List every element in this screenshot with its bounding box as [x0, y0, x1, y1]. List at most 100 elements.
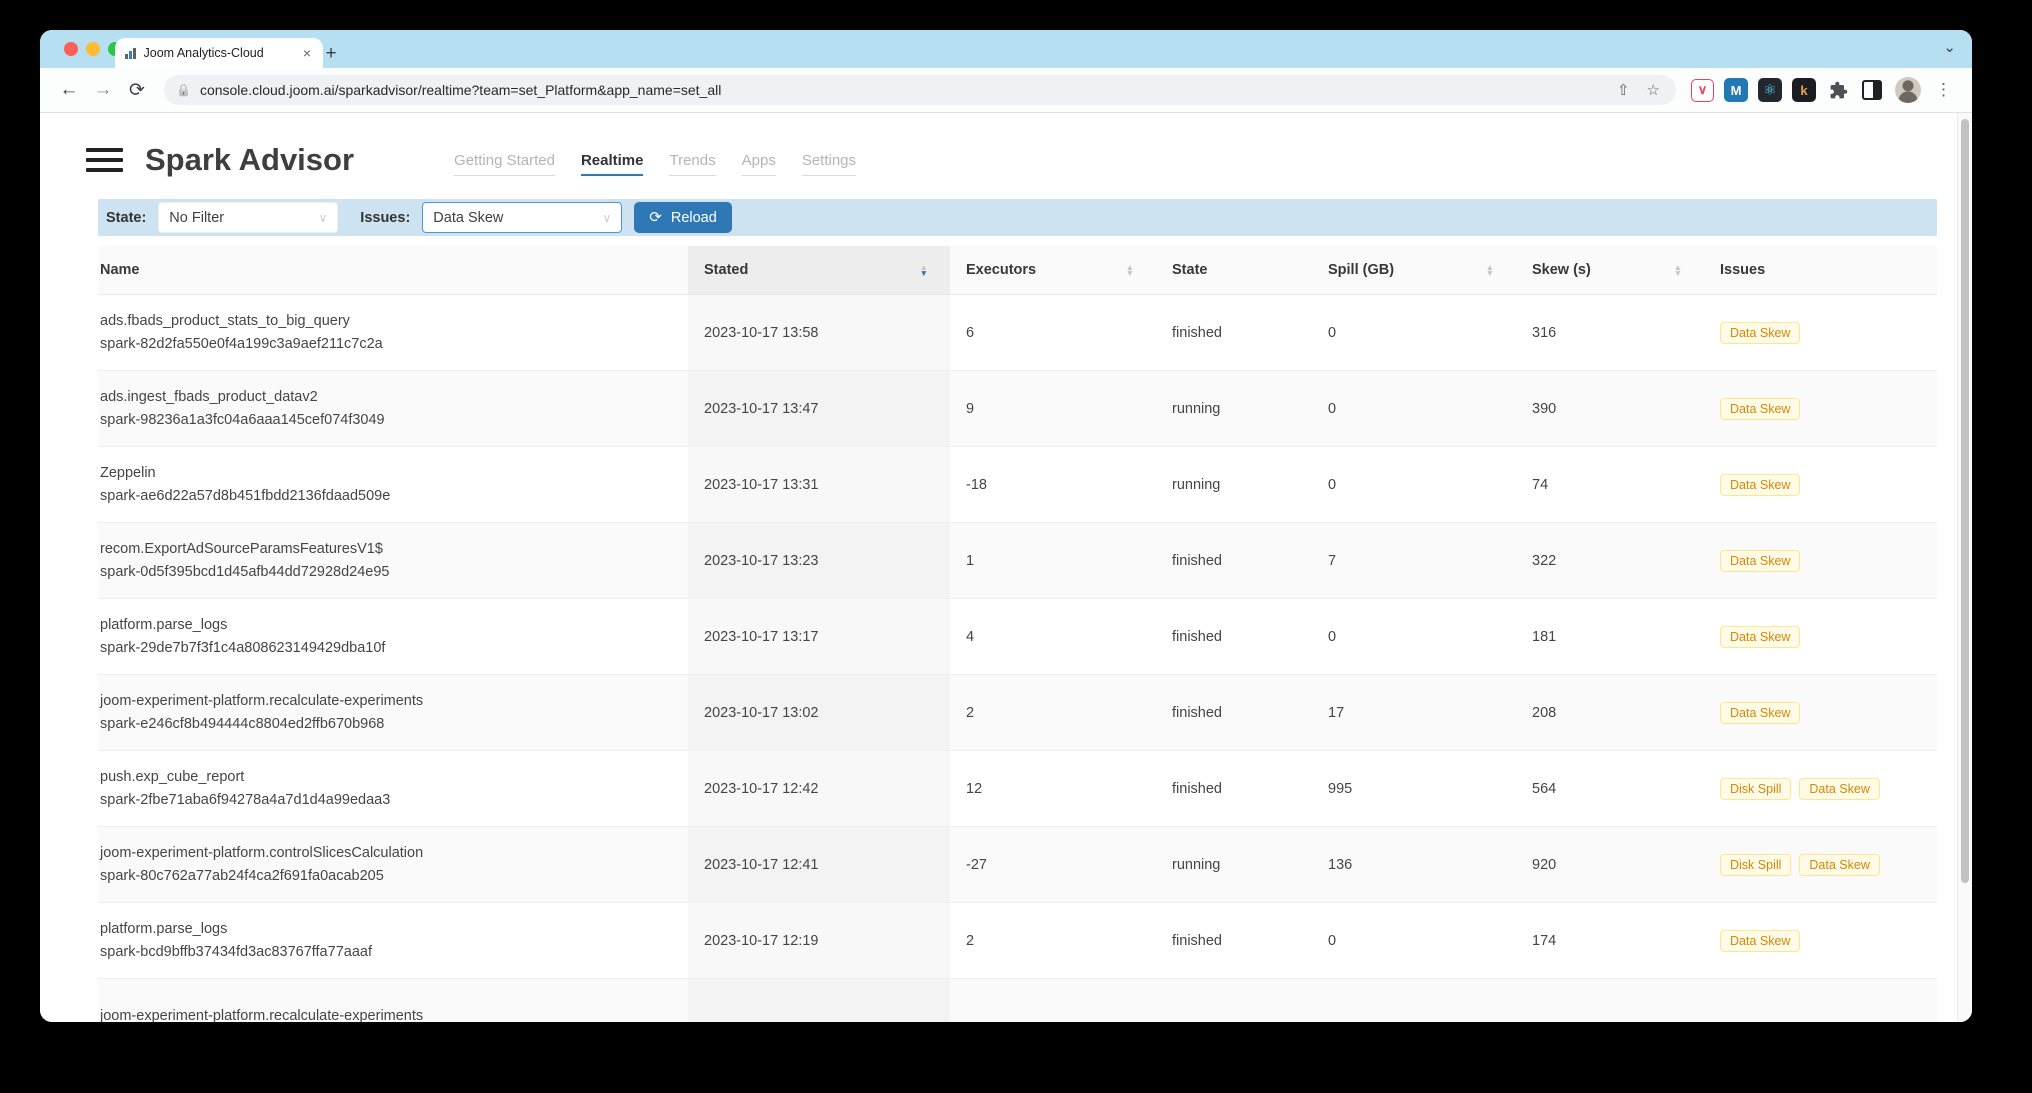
side-panel-icon[interactable] — [1860, 78, 1884, 102]
hamburger-menu-icon[interactable] — [86, 142, 123, 178]
issue-badge-data-skew: Data Skew — [1720, 473, 1801, 496]
state-filter-select[interactable]: No Filter ∨ — [158, 202, 339, 233]
browser-tab[interactable]: Joom Analytics-Cloud × — [115, 38, 323, 68]
cell-executors — [950, 979, 1156, 1022]
back-button[interactable]: ← — [54, 79, 84, 101]
column-header-skew[interactable]: Skew (s) ▲ ▼ — [1516, 246, 1704, 294]
sort-carets-skew[interactable]: ▲ ▼ — [1674, 263, 1682, 277]
cell-state: finished — [1172, 552, 1222, 569]
app-name: recom.ExportAdSourceParamsFeaturesV1$ — [100, 540, 383, 557]
table-row[interactable]: ads.ingest_fbads_product_datav2 spark-982… — [98, 371, 1937, 447]
url-text[interactable]: console.cloud.joom.ai/sparkadvisor/realt… — [200, 82, 1604, 98]
cell-stated: 2023-10-17 13:31 — [688, 447, 950, 522]
tab-close-icon[interactable]: × — [301, 45, 313, 61]
column-header-executors[interactable]: Executors ▲ ▼ — [950, 246, 1156, 294]
extensions-puzzle-icon[interactable] — [1826, 78, 1850, 102]
nav-tab-apps[interactable]: Apps — [741, 152, 776, 176]
spark-app-id: spark-ae6d22a57d8b451fbdd2136fdaad509e — [100, 488, 391, 504]
table-row[interactable]: recom.ExportAdSourceParamsFeaturesV1$ spa… — [98, 523, 1937, 599]
cell-skew: 390 — [1532, 400, 1557, 417]
spark-app-id: spark-2fbe71aba6f94278a4a7d1d4a99edaa3 — [100, 792, 391, 808]
table-row[interactable]: Zeppelin spark-ae6d22a57d8b451fbdd2136fda… — [98, 447, 1937, 523]
cell-name: platform.parse_logs spark-29de7b7f3f1c4a8… — [98, 599, 688, 674]
table-row[interactable]: joom-experiment-platform.recalculate-exp… — [98, 979, 1937, 1022]
table-row[interactable]: ads.fbads_product_stats_to_big_query spar… — [98, 295, 1937, 371]
browser-menu-icon[interactable]: ⋮ — [1929, 80, 1958, 100]
cell-executors: 1 — [966, 552, 975, 569]
sort-carets-stated[interactable]: ▲ ▼ — [920, 263, 928, 277]
cell-state: finished — [1172, 780, 1222, 797]
sort-carets-spill[interactable]: ▲ ▼ — [1486, 263, 1494, 277]
sort-caret-down-icon: ▼ — [1125, 268, 1134, 278]
issue-badge-data-skew: Data Skew — [1720, 625, 1801, 648]
app-name: push.exp_cube_report — [100, 768, 245, 785]
issues-filter-select[interactable]: Data Skew ∨ — [422, 202, 623, 233]
cell-skew — [1516, 979, 1704, 1022]
cell-spill — [1312, 979, 1516, 1022]
new-tab-button[interactable]: + — [318, 43, 344, 65]
cell-name: push.exp_cube_report spark-2fbe71aba6f942… — [98, 751, 688, 826]
table-body: ads.fbads_product_stats_to_big_query spar… — [98, 295, 1937, 1022]
cell-skew: 181 — [1532, 628, 1557, 645]
spark-app-id: spark-82d2fa550e0f4a199c3a9aef211c7c2a — [100, 336, 383, 352]
table-row[interactable]: joom-experiment-platform.recalculate-exp… — [98, 675, 1937, 751]
profile-avatar[interactable] — [1895, 77, 1921, 103]
page-title: Spark Advisor — [145, 142, 355, 177]
cell-state — [1156, 979, 1312, 1022]
cell-spill: 136 — [1328, 856, 1353, 873]
table-row[interactable]: platform.parse_logs spark-bcd9bffb37434fd… — [98, 903, 1937, 979]
spark-app-id: spark-29de7b7f3f1c4a808623149429dba10f — [100, 640, 386, 656]
cell-skew: 564 — [1532, 780, 1557, 797]
cell-state: finished — [1172, 324, 1222, 341]
table-row[interactable]: platform.parse_logs spark-29de7b7f3f1c4a8… — [98, 599, 1937, 675]
cell-state: finished — [1172, 704, 1222, 721]
close-window-button[interactable] — [64, 42, 78, 56]
nav-tab-getting-started[interactable]: Getting Started — [454, 152, 555, 176]
tab-title: Joom Analytics-Cloud — [143, 46, 264, 60]
cell-stated: 2023-10-17 13:58 — [688, 295, 950, 370]
kibana-extension-icon[interactable]: k — [1792, 78, 1816, 102]
table-row[interactable]: joom-experiment-platform.controlSlicesCa… — [98, 827, 1937, 903]
mattermost-extension-icon[interactable]: M — [1724, 78, 1748, 102]
window-controls — [64, 42, 122, 56]
cell-name: Zeppelin spark-ae6d22a57d8b451fbdd2136fda… — [98, 447, 688, 522]
reload-button[interactable]: ⟳ Reload — [634, 202, 732, 233]
sort-carets-executors[interactable]: ▲ ▼ — [1125, 263, 1134, 278]
issue-badge-disk-spill: Disk Spill — [1720, 853, 1792, 876]
page-scrollbar[interactable] — [1957, 113, 1972, 1022]
pocket-extension-icon[interactable]: ∨ — [1691, 78, 1714, 102]
browser-window: Joom Analytics-Cloud × + ⌄ ← → ⟳ 🔒 conso… — [40, 30, 1972, 1022]
table-row[interactable]: push.exp_cube_report spark-2fbe71aba6f942… — [98, 751, 1937, 827]
reload-page-button[interactable]: ⟳ — [122, 79, 152, 102]
cell-executors: 2 — [966, 932, 975, 949]
cell-issues: Disk Spill Data Skew — [1704, 751, 1937, 826]
cell-stated: 2023-10-17 12:41 — [688, 827, 950, 902]
cell-issues: Disk Spill Data Skew — [1704, 827, 1937, 902]
nav-tab-settings[interactable]: Settings — [801, 152, 857, 176]
column-label-state: State — [1172, 262, 1208, 278]
app-name: joom-experiment-platform.recalculate-exp… — [100, 692, 424, 709]
cell-issues: Data Skew — [1704, 599, 1937, 674]
column-header-spill[interactable]: Spill (GB) ▲ ▼ — [1312, 246, 1516, 294]
cell-skew: 208 — [1532, 704, 1557, 721]
scrollbar-thumb[interactable] — [1961, 119, 1969, 883]
chevron-down-icon: ∨ — [602, 210, 612, 225]
forward-button[interactable]: → — [88, 79, 118, 101]
column-header-stated[interactable]: Stated ▲ ▼ — [688, 246, 950, 294]
tab-search-chevron-icon[interactable]: ⌄ — [1943, 38, 1956, 56]
issues-filter-label: Issues: — [360, 209, 411, 226]
nav-tab-realtime[interactable]: Realtime — [580, 152, 644, 176]
share-icon[interactable]: ⇧ — [1613, 81, 1634, 99]
cell-state: running — [1172, 476, 1221, 493]
bookmark-star-icon[interactable]: ☆ — [1643, 81, 1664, 99]
issue-badge-disk-spill: Disk Spill — [1720, 777, 1792, 800]
cell-stated — [688, 979, 950, 1022]
react-devtools-extension-icon[interactable]: ⚛ — [1758, 78, 1782, 102]
cell-executors: -27 — [966, 856, 987, 873]
app-name: platform.parse_logs — [100, 616, 228, 633]
cell-stated: 2023-10-17 12:19 — [688, 903, 950, 978]
nav-tab-trends[interactable]: Trends — [669, 152, 716, 176]
address-bar[interactable]: 🔒 console.cloud.joom.ai/sparkadvisor/rea… — [164, 75, 1676, 105]
spark-advisor-page: Spark Advisor Getting Started Realtime Tre… — [40, 113, 1972, 1022]
minimize-window-button[interactable] — [86, 42, 100, 56]
